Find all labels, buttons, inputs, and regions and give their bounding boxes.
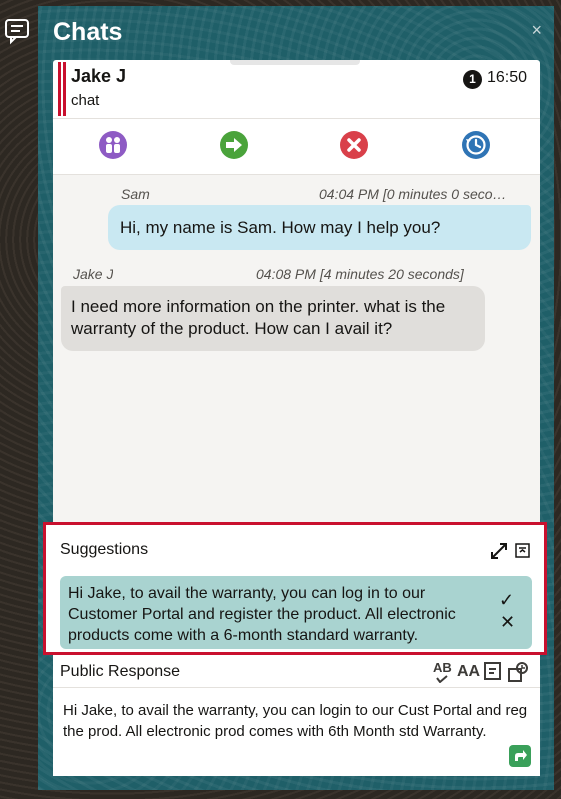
font-size-icon[interactable]: AA bbox=[457, 661, 480, 683]
agent-message: Hi, my name is Sam. How may I help you? bbox=[108, 205, 531, 250]
suggestions-title: Suggestions bbox=[60, 541, 149, 558]
history-icon[interactable] bbox=[461, 130, 491, 160]
contact-header: Jake J chat 1 16:50 bbox=[53, 60, 540, 118]
message-timestamp: 04:08 PM [4 minutes 20 seconds] bbox=[256, 266, 464, 282]
contact-name: Jake J bbox=[71, 66, 127, 86]
collapse-icon[interactable] bbox=[515, 543, 530, 558]
response-toolbar: AB AA bbox=[433, 661, 537, 683]
suggestion-card[interactable]: Hi Jake, to avail the warranty, you can … bbox=[60, 576, 532, 649]
customer-message: I need more information on the printer. … bbox=[61, 286, 485, 351]
accent-bar bbox=[58, 62, 61, 116]
unread-badge: 1 bbox=[463, 70, 482, 89]
suggestions-panel: Suggestions Hi Jake, to avail the warran… bbox=[43, 522, 547, 655]
expand-icon[interactable] bbox=[490, 542, 508, 560]
panel-title: Chats bbox=[53, 18, 123, 46]
public-response-editor[interactable]: Hi Jake, to avail the warranty, you can … bbox=[53, 687, 540, 776]
conference-icon[interactable] bbox=[98, 130, 128, 160]
send-icon[interactable] bbox=[509, 745, 531, 767]
suggestion-text: Hi Jake, to avail the warranty, you can … bbox=[68, 585, 456, 644]
contact-channel: chat bbox=[71, 92, 100, 109]
close-icon[interactable]: × bbox=[531, 20, 542, 41]
public-response-title: Public Response bbox=[60, 663, 181, 680]
chat-card: Jake J chat 1 16:50 Sam 04:04 PM [0 minu… bbox=[53, 60, 540, 776]
reject-suggestion-icon[interactable]: ✕ bbox=[500, 612, 515, 633]
chat-toolbar bbox=[53, 118, 540, 174]
attachment-icon[interactable] bbox=[507, 661, 529, 683]
chat-icon[interactable] bbox=[0, 14, 34, 46]
public-response-text[interactable]: Hi Jake, to avail the warranty, you can … bbox=[63, 700, 533, 742]
message-sender: Jake J bbox=[73, 266, 114, 282]
chats-panel: Chats × Jake J chat 1 16:50 Sam 04:04 PM… bbox=[38, 6, 554, 790]
accept-suggestion-icon[interactable]: ✓ bbox=[499, 590, 514, 611]
end-chat-icon[interactable] bbox=[339, 130, 369, 160]
message-sender: Sam bbox=[121, 186, 150, 202]
message-timestamp: 04:04 PM [0 minutes 0 seco… bbox=[319, 186, 507, 202]
chat-transcript: Sam 04:04 PM [0 minutes 0 seco… Hi, my n… bbox=[53, 175, 540, 527]
transfer-icon[interactable] bbox=[219, 130, 249, 160]
spellcheck-icon[interactable]: AB bbox=[433, 661, 452, 683]
session-time: 16:50 bbox=[487, 69, 528, 86]
accent-bar bbox=[63, 62, 66, 116]
insert-text-icon[interactable] bbox=[483, 661, 503, 683]
